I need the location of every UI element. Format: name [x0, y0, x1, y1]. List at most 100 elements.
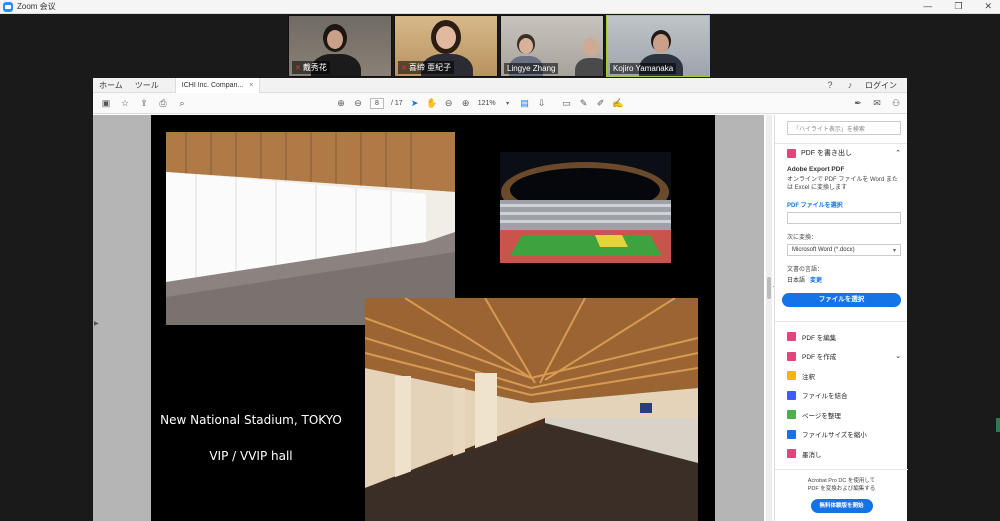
slide-caption-title: New National Stadium, TOKYO	[160, 413, 342, 427]
photo-hall-interior	[166, 132, 455, 325]
photo-stadium	[500, 152, 671, 263]
save-icon[interactable]: ▣	[101, 98, 111, 108]
tool-list: PDF を編集 PDF を作成 ⌄ 注釈 ファイルを結合 ページを整理 ファイルサ…	[775, 321, 907, 464]
upload-icon[interactable]: ⇪	[139, 98, 149, 108]
fit-page-icon[interactable]: ▤	[520, 98, 530, 108]
zoom-level-select[interactable]: 121%	[478, 100, 496, 107]
acrobat-toolbar: ▣ ☆ ⇪ ⎙ ⌕ ⊕ ⊖ 8 / 17 ➤ ✋ ⊖ ⊕ 121% ▾ ▤ ⇩ …	[93, 93, 907, 114]
share-user-icon[interactable]: ⚇	[891, 98, 901, 108]
page-number-input[interactable]: 8	[370, 97, 384, 109]
change-language-link[interactable]: 変更	[810, 275, 822, 284]
redact-icon	[787, 449, 796, 459]
chevron-up-icon[interactable]: ⌃	[895, 149, 901, 157]
tool-comment[interactable]: 注釈	[775, 366, 907, 386]
export-pdf-body: Adobe Export PDF オンラインで PDF ファイルを Word ま…	[775, 162, 907, 284]
window-controls: — ❐ ✕	[923, 1, 992, 12]
restore-button[interactable]: ❐	[954, 1, 962, 12]
login-button[interactable]: ログイン	[865, 80, 897, 91]
bell-icon[interactable]: ♪	[845, 80, 855, 90]
mic-muted-icon: ✕	[295, 64, 301, 72]
page-total: / 17	[391, 99, 403, 107]
sign-icon[interactable]: ✒	[853, 98, 863, 108]
pen-icon[interactable]: ✎	[579, 98, 589, 108]
participant-tile[interactable]: ✕ 戴秀花	[288, 15, 392, 77]
participant-name-tag: ✕ 喜缔 亜紀子	[398, 61, 455, 74]
document-language-label: 文書の言語：	[787, 267, 824, 274]
promo-text-1: Acrobat Pro DC を使用して	[807, 478, 876, 484]
create-pdf-icon	[787, 351, 796, 361]
acrobat-window: ホーム ツール ICHI Inc. Compan... × ? ♪ ログイン ▣…	[93, 77, 908, 521]
chevron-down-icon[interactable]: ⌄	[895, 352, 901, 360]
photo-vip-corridor	[365, 298, 698, 521]
tool-organize-pages[interactable]: ページを整理	[775, 405, 907, 425]
scrollbar-thumb[interactable]	[767, 277, 771, 299]
star-icon[interactable]: ☆	[120, 98, 130, 108]
hand-tool-icon[interactable]: ✋	[426, 98, 437, 108]
comment-icon[interactable]: ▭	[562, 98, 572, 108]
convert-to-label: 次に変換：	[787, 235, 818, 242]
slide-page: New National Stadium, TOKYO VIP / VVIP h…	[151, 115, 715, 521]
start-trial-button[interactable]: 無料体験版を開始	[810, 499, 873, 514]
help-icon[interactable]: ?	[825, 80, 835, 90]
comment-icon	[787, 371, 796, 381]
participant-tile[interactable]: Lingye Zhang	[500, 15, 604, 77]
combine-files-icon	[787, 390, 796, 400]
chevron-down-icon[interactable]: ▾	[503, 98, 513, 108]
mic-muted-icon: ✕	[401, 64, 407, 72]
export-pdf-icon	[787, 148, 796, 158]
zoom-window-title: Zoom 会议	[17, 2, 56, 11]
menu-tools[interactable]: ツール	[129, 80, 165, 91]
menu-home[interactable]: ホーム	[93, 80, 129, 91]
tool-compress-pdf[interactable]: ファイルサイズを縮小	[775, 425, 907, 445]
tool-create-pdf[interactable]: PDF を作成 ⌄	[775, 347, 907, 367]
scroll-mode-icon[interactable]: ⇩	[537, 98, 547, 108]
close-tab-button[interactable]: ×	[249, 82, 253, 89]
file-field[interactable]	[787, 212, 901, 225]
minimize-button[interactable]: —	[923, 1, 932, 12]
prev-page-icon[interactable]: ⊕	[336, 98, 346, 108]
tool-edit-pdf[interactable]: PDF を編集	[775, 327, 907, 347]
promo-text-2: PDF を変換および編集する	[807, 485, 876, 492]
zoom-out-icon[interactable]: ⊖	[444, 98, 454, 108]
panel-search-input[interactable]: 「ハイライト表示」を検索	[787, 121, 901, 135]
print-icon[interactable]: ⎙	[158, 98, 168, 108]
export-pdf-header[interactable]: PDF を書き出し ⌃	[775, 143, 907, 162]
select-pdf-link[interactable]: PDF ファイルを選択	[787, 200, 901, 209]
left-panel-toggle-icon[interactable]: ▶	[94, 320, 99, 327]
document-language-value: 日本語	[787, 278, 806, 285]
next-page-icon[interactable]: ⊖	[353, 98, 363, 108]
side-tab-marker[interactable]	[996, 418, 1000, 432]
edit-pdf-icon	[787, 332, 796, 342]
slide-caption-subtitle: VIP / VVIP hall	[209, 449, 293, 463]
organize-pages-icon	[787, 410, 796, 420]
document-tab-title: ICHI Inc. Compan...	[181, 81, 244, 89]
vertical-scrollbar[interactable]	[766, 115, 772, 521]
document-viewport[interactable]: ▶ New National Stadium, TOKYO VIP / VVIP…	[93, 115, 764, 521]
select-file-button[interactable]: ファイルを選択	[782, 293, 901, 308]
close-window-button[interactable]: ✕	[984, 1, 992, 12]
mail-icon[interactable]: ✉	[872, 98, 882, 108]
chevron-down-icon: ▾	[892, 248, 896, 255]
search-icon[interactable]: ⌕	[177, 98, 187, 108]
acrobat-menu-bar: ホーム ツール ICHI Inc. Compan... × ? ♪ ログイン	[93, 77, 907, 93]
compress-pdf-icon	[787, 429, 796, 439]
participant-name-tag: Kojiro Yamanaka	[610, 63, 677, 74]
participant-gallery: ✕ 戴秀花 ✕ 喜缔 亜紀子 Lingye Zhang Kojiro Yamanak…	[288, 15, 710, 77]
export-description: オンラインで PDF ファイルを Word または Excel に変換します	[787, 177, 898, 192]
participant-tile-active-speaker[interactable]: Kojiro Yamanaka	[606, 15, 710, 77]
promo-section: Acrobat Pro DC を使用して PDF を変換および編集する 無料体験…	[775, 469, 908, 521]
highlight-icon[interactable]: ✐	[596, 98, 606, 108]
tool-redact[interactable]: 墨消し	[775, 444, 907, 464]
tool-combine-files[interactable]: ファイルを結合	[775, 386, 907, 406]
zoom-title-bar: Zoom 会议 — ❐ ✕	[0, 0, 1000, 14]
zoom-logo-icon	[3, 1, 13, 12]
convert-format-select[interactable]: Microsoft Word (*.docx) ▾	[787, 244, 901, 257]
participant-tile[interactable]: ✕ 喜缔 亜紀子	[394, 15, 498, 77]
stamp-icon[interactable]: ✍	[612, 98, 623, 108]
select-cursor-icon[interactable]: ➤	[410, 98, 420, 108]
participant-name-tag: Lingye Zhang	[504, 63, 559, 74]
document-tab[interactable]: ICHI Inc. Compan... ×	[174, 77, 261, 93]
zoom-in-icon[interactable]: ⊕	[461, 98, 471, 108]
tools-panel: 「ハイライト表示」を検索 PDF を書き出し ⌃ Adobe Export PD…	[774, 115, 908, 521]
participant-name-tag: ✕ 戴秀花	[292, 61, 330, 74]
